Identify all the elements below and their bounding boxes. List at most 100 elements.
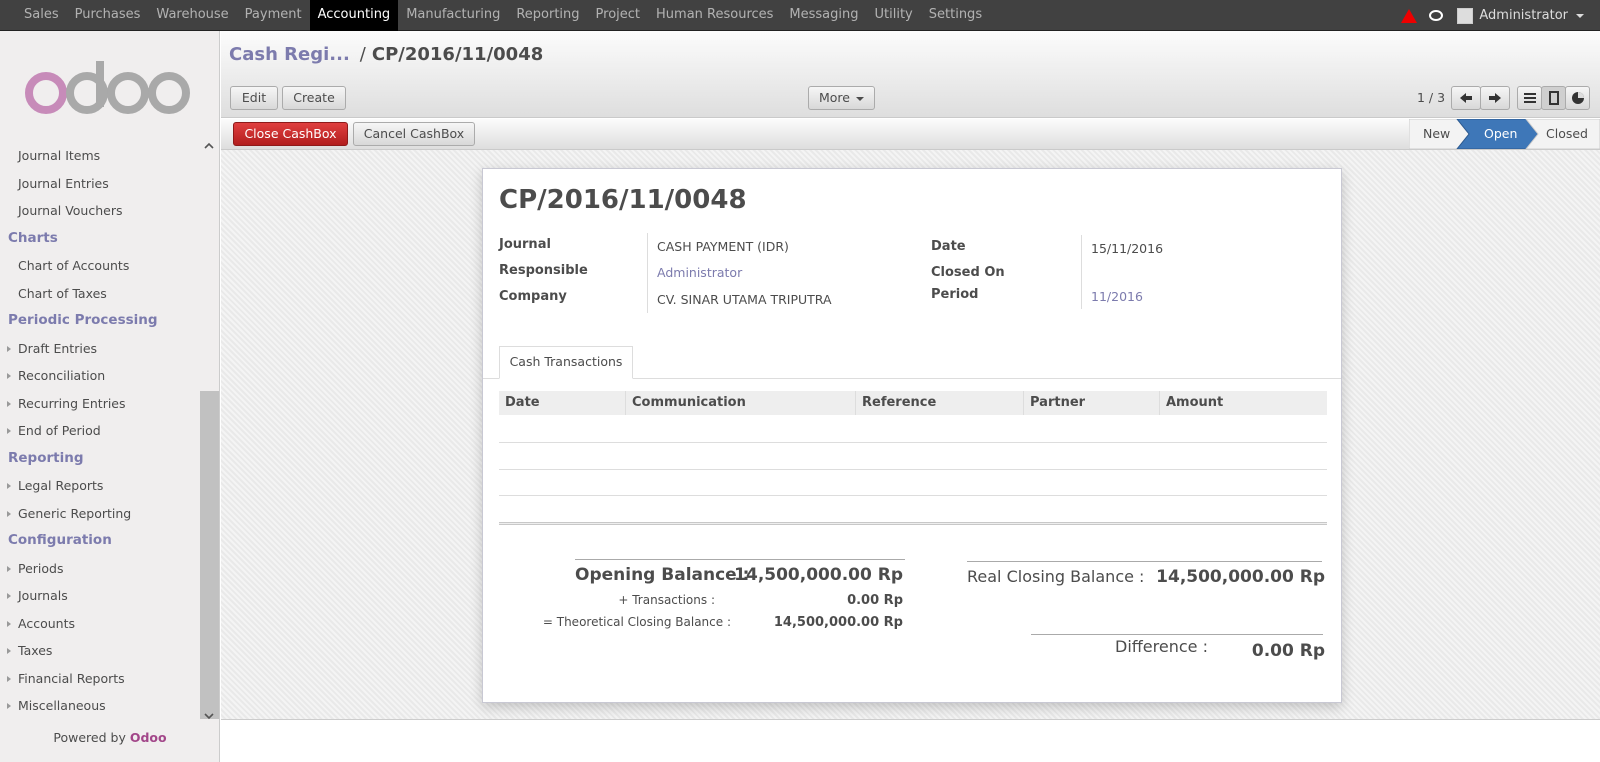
warning-icon[interactable] [1401, 8, 1418, 23]
table-footer [499, 522, 1327, 525]
sidebar-item-reconciliation[interactable]: Reconciliation [0, 362, 200, 390]
transactions-label: + Transactions : [618, 593, 715, 607]
avatar[interactable] [1457, 7, 1474, 24]
table-row[interactable] [499, 495, 1327, 496]
menu-item-warehouse[interactable]: Warehouse [148, 0, 236, 31]
sidebar-item-draft-entries[interactable]: Draft Entries [0, 335, 200, 363]
main-menu: Sales Purchases Warehouse Payment Accounting… [16, 0, 990, 31]
chart-view-button[interactable] [1565, 86, 1590, 110]
chevron-down-icon[interactable] [1576, 13, 1584, 18]
pager-next-button[interactable] [1480, 86, 1510, 110]
period-link[interactable]: 11/2016 [1091, 289, 1143, 304]
menu-item-payment[interactable]: Payment [237, 0, 310, 31]
sidebar-menu: Journal Items Journal Entries Journal Vouc… [0, 142, 200, 720]
company-value: CV. SINAR UTAMA TRIPUTRA [657, 292, 832, 307]
divider [575, 559, 905, 560]
powered-by-brand[interactable]: Odoo [130, 730, 167, 745]
sidebar-item-recurring-entries[interactable]: Recurring Entries [0, 390, 200, 418]
sidebar-section-periodic-processing: Periodic Processing [8, 312, 158, 328]
menu-item-settings[interactable]: Settings [921, 0, 990, 31]
column-header[interactable]: Partner [1024, 391, 1160, 415]
list-icon [1523, 93, 1536, 103]
sidebar-item-accounts[interactable]: Accounts [0, 610, 200, 638]
user-menu[interactable]: Administrator [1479, 8, 1568, 23]
sidebar-item-legal-reports[interactable]: Legal Reports [0, 472, 200, 500]
closed-on-label: Closed On [931, 265, 1005, 280]
column-header[interactable]: Communication [626, 391, 856, 415]
sidebar-item-journal-items[interactable]: Journal Items [0, 142, 200, 170]
status-new[interactable]: New [1423, 119, 1450, 149]
pager-value: 1 / 3 [1417, 90, 1446, 105]
status-closed[interactable]: Closed [1546, 119, 1588, 149]
menu-item-accounting[interactable]: Accounting [309, 0, 399, 31]
sidebar-item-miscellaneous[interactable]: Miscellaneous [0, 692, 200, 720]
menu-item-sales[interactable]: Sales [16, 0, 67, 31]
field-divider [647, 233, 648, 313]
sidebar-item-chart-of-accounts[interactable]: Chart of Accounts [0, 252, 200, 280]
table-row[interactable] [499, 469, 1327, 470]
menu-item-utility[interactable]: Utility [867, 0, 921, 31]
journal-value: CASH PAYMENT (IDR) [657, 239, 789, 254]
sidebar-scrollbar[interactable] [200, 391, 219, 719]
sidebar-item-chart-of-taxes[interactable]: Chart of Taxes [0, 280, 200, 308]
journal-label: Journal [499, 237, 551, 252]
sidebar-item-taxes[interactable]: Taxes [0, 637, 200, 665]
column-header[interactable]: Date [499, 391, 626, 415]
list-view-button[interactable] [1517, 86, 1542, 110]
chat-icon[interactable] [1429, 10, 1444, 21]
caret-down-icon [855, 96, 864, 101]
sidebar-item-journal-vouchers[interactable]: Journal Vouchers [0, 197, 200, 225]
create-button[interactable]: Create [282, 86, 346, 110]
theoretical-closing-label: = Theoretical Closing Balance : [542, 615, 731, 629]
theoretical-closing-value: 14,500,000.00 Rp [773, 615, 903, 630]
menu-item-purchases[interactable]: Purchases [67, 0, 149, 31]
field-divider [1081, 235, 1082, 309]
real-closing-label: Real Closing Balance : [967, 567, 1145, 586]
sidebar-item-journal-entries[interactable]: Journal Entries [0, 170, 200, 198]
real-closing-value: 14,500,000.00 Rp [1156, 567, 1325, 587]
arrow-right-icon [1489, 93, 1501, 103]
transactions-value: 0.00 Rp [847, 593, 903, 608]
column-header[interactable]: Reference [856, 391, 1024, 415]
control-panel: Cash Regi... / CP/2016/11/0048 Edit Create… [221, 31, 1600, 118]
difference-label: Difference : [1115, 637, 1208, 656]
form-icon [1548, 91, 1559, 105]
menu-item-reporting[interactable]: Reporting [508, 0, 587, 31]
pager-previous-button[interactable] [1451, 86, 1481, 110]
close-cashbox-button[interactable]: Close CashBox [233, 122, 348, 146]
menu-item-project[interactable]: Project [588, 0, 648, 31]
period-label: Period [931, 287, 979, 302]
pie-chart-icon [1571, 92, 1584, 104]
divider [967, 561, 1322, 562]
sidebar-item-periods[interactable]: Periods [0, 555, 200, 583]
chevron-up-icon[interactable] [204, 141, 214, 151]
menu-item-messaging[interactable]: Messaging [781, 0, 866, 31]
sidebar-section-charts: Charts [8, 229, 58, 246]
more-button-label: More [819, 90, 850, 105]
responsible-link[interactable]: Administrator [657, 265, 742, 280]
sidebar-item-generic-reporting[interactable]: Generic Reporting [0, 500, 200, 528]
column-header[interactable]: Amount [1160, 391, 1327, 415]
powered-by: Powered by Odoo [0, 730, 220, 745]
edit-button[interactable]: Edit [230, 86, 278, 110]
status-open[interactable]: Open [1484, 119, 1517, 149]
menu-item-human-resources[interactable]: Human Resources [648, 0, 781, 31]
sidebar-item-journals[interactable]: Journals [0, 582, 200, 610]
sidebar-section-reporting: Reporting [8, 449, 84, 466]
tab-cash-transactions[interactable]: Cash Transactions [499, 346, 633, 379]
chevron-down-icon[interactable] [204, 711, 214, 721]
menu-item-manufacturing[interactable]: Manufacturing [398, 0, 508, 31]
date-label: Date [931, 239, 966, 254]
opening-balance-value: 14,500,000.00 Rp [734, 565, 903, 585]
cancel-cashbox-button[interactable]: Cancel CashBox [353, 122, 475, 146]
form-view-button[interactable] [1541, 86, 1566, 110]
table-row[interactable] [499, 442, 1327, 443]
odoo-logo[interactable] [24, 57, 194, 117]
more-button[interactable]: More [808, 86, 875, 110]
breadcrumb-parent[interactable]: Cash Regi... [229, 44, 350, 65]
divider [1031, 634, 1323, 635]
sidebar-item-end-of-period[interactable]: End of Period [0, 417, 200, 445]
breadcrumb: Cash Regi... / CP/2016/11/0048 [229, 44, 543, 65]
sidebar-item-financial-reports[interactable]: Financial Reports [0, 665, 200, 693]
breadcrumb-separator: / [359, 44, 366, 65]
